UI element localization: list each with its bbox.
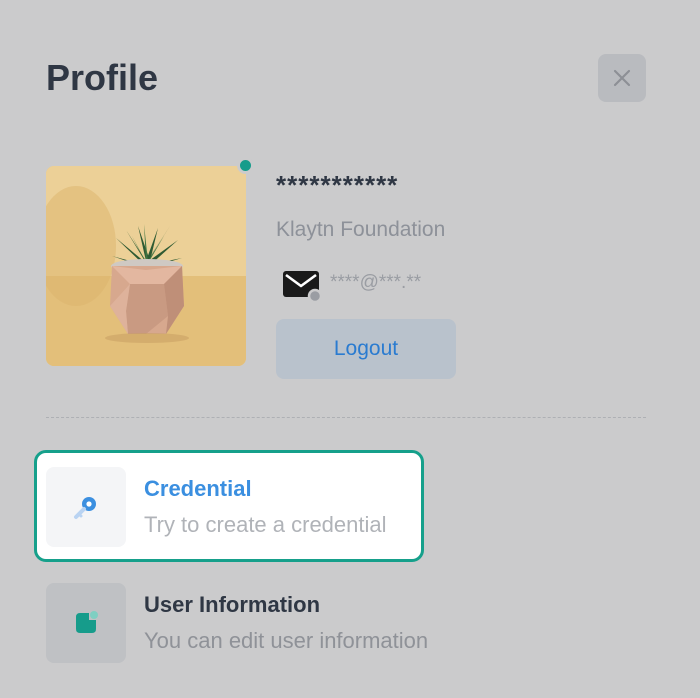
user-information-title: User Information (144, 592, 321, 617)
close-icon (613, 69, 631, 87)
close-button[interactable] (598, 54, 646, 102)
credential-subtitle: Try to create a credential (144, 512, 387, 537)
email-address: ****@***.** (330, 272, 422, 293)
mail-icon (283, 271, 322, 302)
credential-icon-box (46, 467, 126, 547)
organization-name: Klaytn Foundation (276, 218, 446, 241)
username: *********** (276, 170, 399, 200)
key-icon (74, 497, 96, 519)
page-title: Profile (46, 57, 159, 98)
user-info-icon-box (46, 583, 126, 663)
user-info-icon (76, 611, 98, 633)
credential-title: Credential (144, 476, 252, 501)
user-information-subtitle: You can edit user information (144, 628, 429, 653)
divider (46, 417, 646, 418)
plant-image (46, 166, 246, 366)
avatar (46, 166, 246, 366)
online-status-dot (237, 157, 254, 174)
logout-button[interactable]: Logout (276, 319, 456, 379)
